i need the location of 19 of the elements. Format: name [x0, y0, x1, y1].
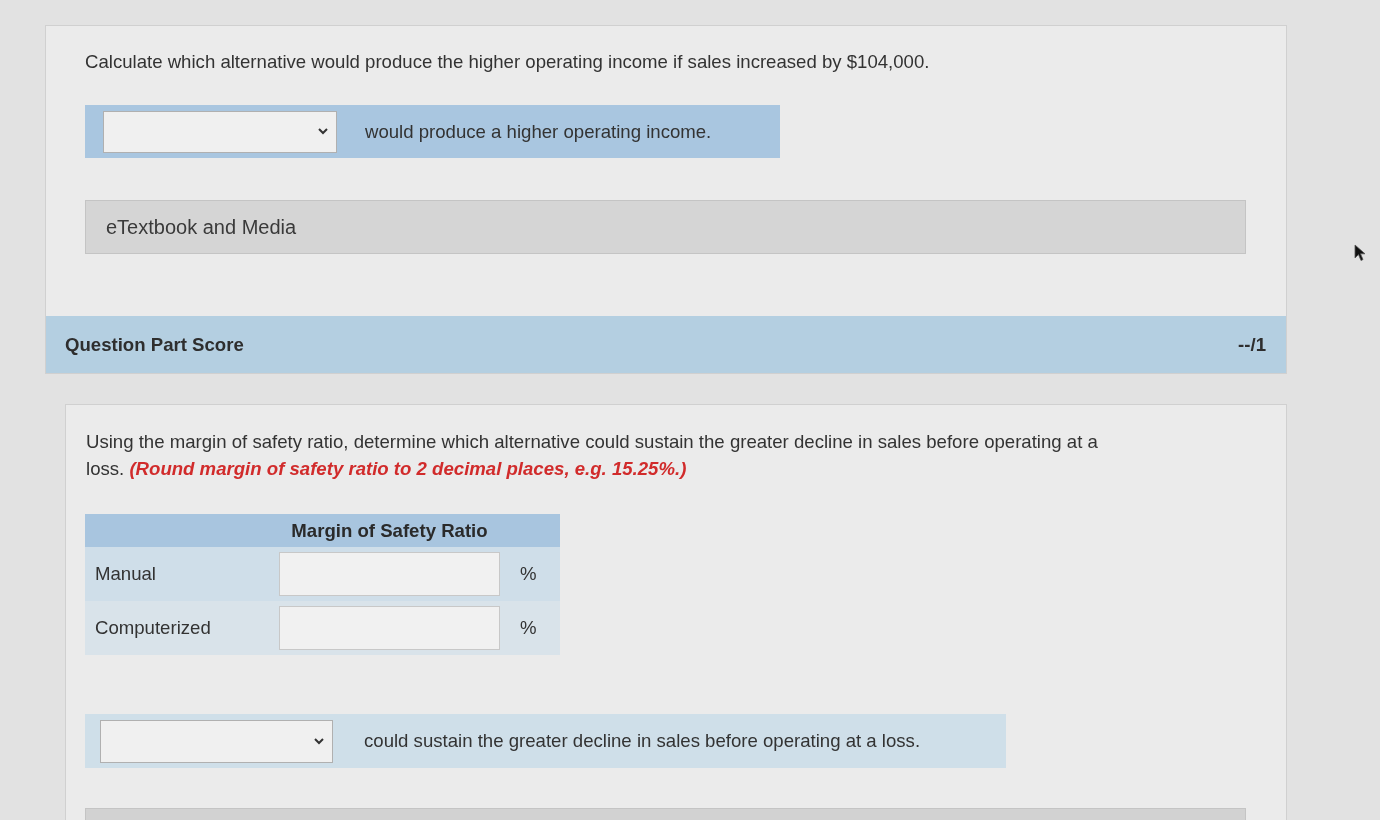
input-field[interactable]: [279, 606, 500, 650]
dropdown-field[interactable]: [100, 719, 333, 763]
score-value: --/1: [1238, 333, 1266, 356]
score-label: Question Part Score: [65, 333, 244, 356]
row-label: Manual: [94, 563, 157, 585]
resources-link[interactable]: eTextbook and Media: [85, 200, 1246, 254]
input-field[interactable]: [279, 552, 500, 596]
caret-icon: [314, 737, 324, 745]
question-text: Calculate which alternative would produce the higher operating income if sales increased by $104,000.: [85, 50, 931, 74]
unit-label: %: [519, 617, 538, 639]
cursor-icon: [1354, 244, 1366, 262]
caret-icon: [318, 128, 328, 135]
dropdown-field[interactable]: [103, 110, 337, 153]
row-label: Computerized: [94, 617, 212, 639]
answer-text: would produce a higher operating income.: [365, 120, 712, 143]
question-text: Using the margin of safety ratio, determine which alternative could sustain the greater decline in sales before operating at a loss. (Round margin of safety ratio to 2 decimal places, e.g. 15.25%.): [86, 430, 1099, 481]
column-header: Margin of Safety Ratio: [290, 519, 489, 542]
answer-text: could sustain the greater decline in sales before operating at a loss.: [364, 730, 921, 752]
unit-label: %: [519, 563, 538, 585]
